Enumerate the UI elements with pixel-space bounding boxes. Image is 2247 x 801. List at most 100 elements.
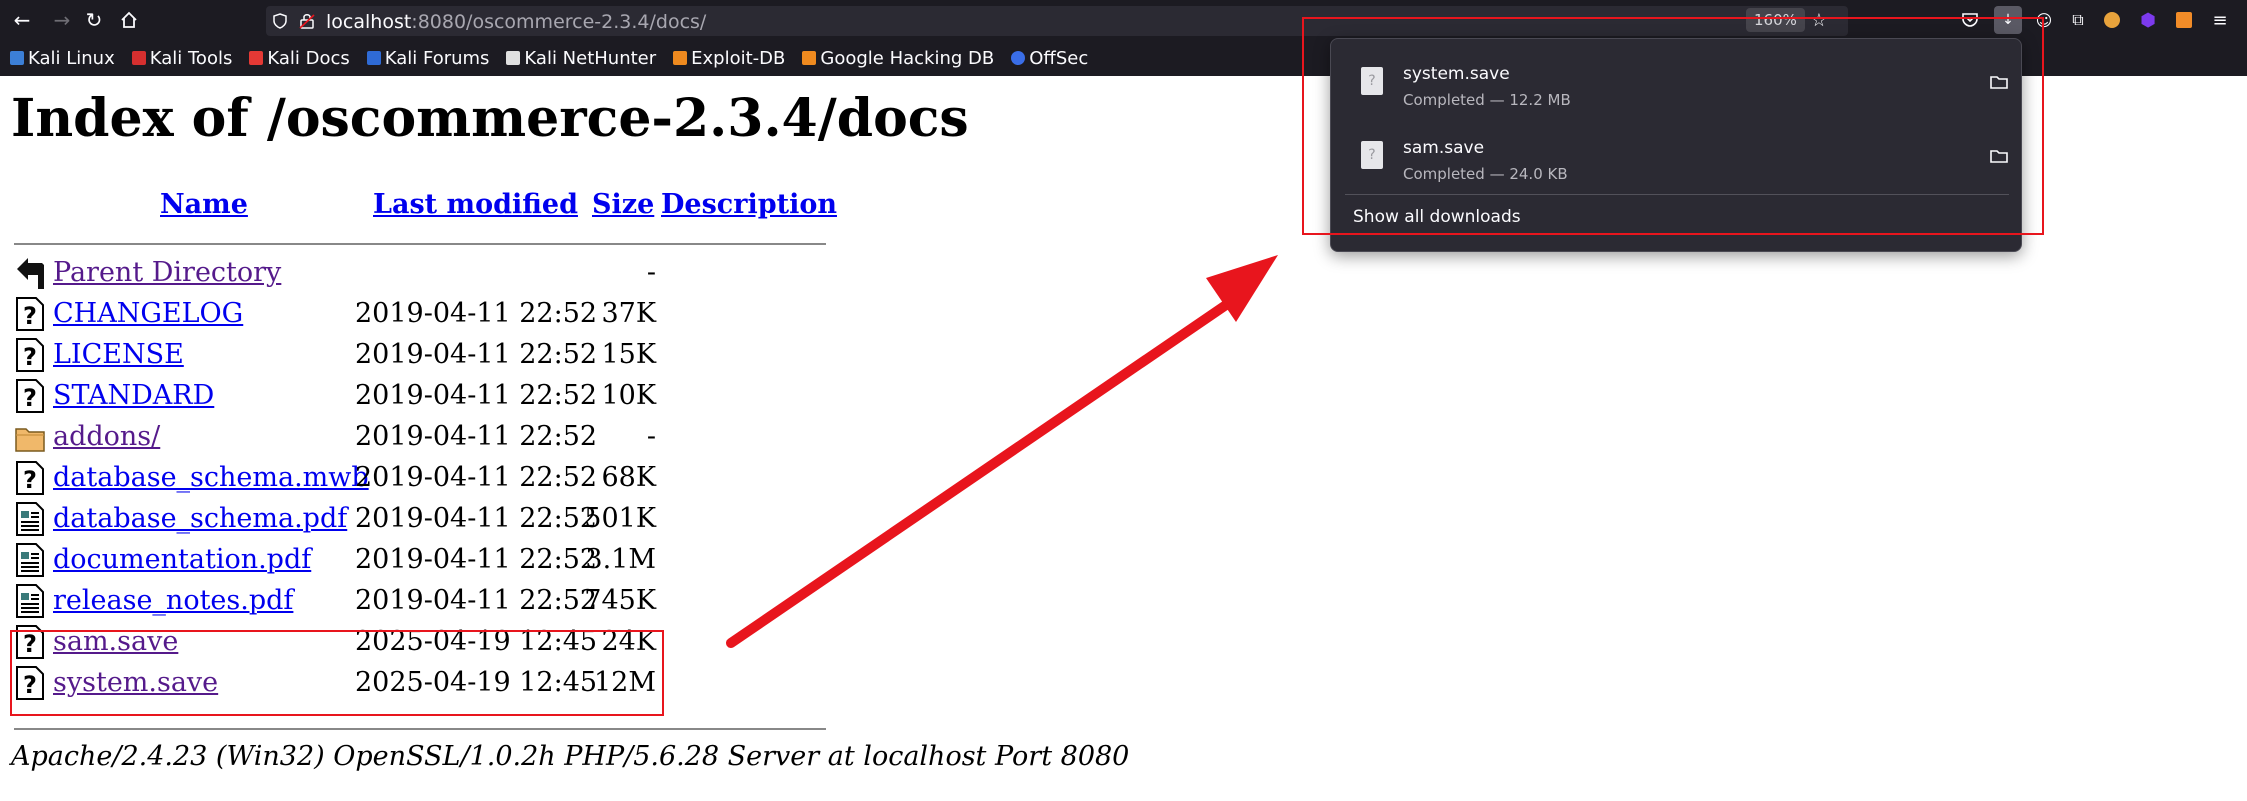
file-link[interactable]: LICENSE — [53, 339, 184, 370]
table-row: documentation.pdf 2019-04-11 22:52 3.1M — [14, 539, 664, 579]
last-modified-cell: 2019-04-11 22:52 — [355, 421, 598, 452]
size-cell: 745K — [584, 585, 656, 616]
file-link[interactable]: database_schema.mwb — [53, 462, 369, 493]
table-row: ? STANDARD 2019-04-11 22:52 10K — [14, 375, 664, 415]
bookmark-label: Exploit-DB — [691, 47, 786, 69]
reload-icon: ↻ — [85, 8, 103, 32]
kali-docs-icon — [249, 51, 264, 65]
url-host: localhost — [326, 11, 412, 33]
insecure-lock-icon[interactable] — [298, 12, 316, 30]
table-row: Parent Directory - — [14, 252, 664, 292]
column-header-size[interactable]: Size — [592, 189, 654, 220]
unknown-file-icon: ? — [14, 296, 46, 332]
folder-icon — [14, 419, 46, 455]
unknown-file-icon: ? — [14, 460, 46, 496]
last-modified-cell: 2019-04-11 22:52 — [355, 544, 598, 575]
size-cell: - — [646, 421, 656, 452]
hamburger-menu-icon: ≡ — [2212, 9, 2228, 31]
cookie-icon — [2104, 12, 2120, 28]
file-link[interactable]: release_notes.pdf — [53, 585, 293, 616]
footer-divider — [14, 728, 826, 730]
last-modified-cell: 2019-04-11 22:52 — [355, 298, 598, 329]
bookmark-label: Kali NetHunter — [524, 47, 657, 69]
column-header-name[interactable]: Name — [160, 189, 248, 220]
table-row: release_notes.pdf 2019-04-11 22:52 745K — [14, 580, 664, 620]
layout-file-icon — [14, 501, 46, 537]
kali-forums-icon — [366, 51, 381, 65]
offsec-icon — [1011, 51, 1026, 65]
bookmark-label: Kali Tools — [149, 47, 233, 69]
home-button[interactable] — [115, 6, 143, 34]
layout-file-icon — [14, 583, 46, 619]
svg-text:?: ? — [23, 384, 37, 412]
file-link[interactable]: Parent Directory — [53, 257, 281, 288]
bookmark-exploit-db[interactable]: Exploit-DB — [673, 48, 785, 69]
bookmark-offsec[interactable]: OffSec — [1011, 48, 1088, 69]
url-text[interactable]: localhost:8080/oscommerce-2.3.4/docs/ — [326, 11, 706, 33]
exploit-db-icon — [673, 51, 688, 65]
extension-cookie-button[interactable] — [2100, 8, 2124, 32]
table-row: addons/2019-04-11 22:52 - — [14, 416, 664, 456]
forward-button[interactable]: → — [48, 6, 76, 34]
bookmark-label: Kali Forums — [384, 47, 490, 69]
column-header-description[interactable]: Description — [661, 189, 837, 220]
kali-linux-icon — [10, 51, 24, 65]
bookmark-label: Kali Docs — [267, 47, 350, 69]
home-icon — [121, 11, 137, 28]
orange-extension-icon — [2176, 12, 2192, 28]
puzzle-icon: ⧉ — [2072, 10, 2084, 29]
kali-tools-icon — [131, 51, 146, 65]
google-hacking-db-icon — [802, 51, 817, 65]
kali-nethunter-icon — [506, 51, 521, 65]
extension-hexagon-button[interactable]: ⬢ — [2136, 8, 2160, 32]
last-modified-cell: 2019-04-11 22:52 — [355, 462, 598, 493]
bookmark-label: Kali Linux — [28, 47, 115, 69]
bookmark-label: OffSec — [1029, 47, 1089, 69]
file-link[interactable]: addons/ — [53, 421, 160, 452]
hexagon-icon: ⬢ — [2140, 9, 2156, 31]
last-modified-cell: 2019-04-11 22:52 — [355, 339, 598, 370]
extension-orange-button[interactable] — [2172, 8, 2196, 32]
back-button[interactable]: ← — [8, 6, 36, 34]
bookmark-kali-linux[interactable]: Kali Linux — [10, 48, 115, 69]
page-title: Index of /oscommerce-2.3.4/docs — [11, 88, 969, 149]
back-arrow-icon: ← — [13, 8, 31, 32]
forward-arrow-icon: → — [53, 8, 71, 32]
menu-button[interactable]: ≡ — [2208, 8, 2232, 32]
bookmark-kali-docs[interactable]: Kali Docs — [249, 47, 350, 69]
shield-icon — [273, 13, 287, 29]
layout-file-icon — [14, 542, 46, 578]
table-row: ? CHANGELOG 2019-04-11 22:52 37K — [14, 293, 664, 333]
size-cell: 68K — [601, 462, 656, 493]
server-signature: Apache/2.4.23 (Win32) OpenSSL/1.0.2h PHP… — [11, 741, 1130, 772]
bookmark-kali-tools[interactable]: Kali Tools — [131, 47, 233, 69]
table-row: ? LICENSE 2019-04-11 22:52 15K — [14, 334, 664, 374]
size-cell: 501K — [584, 503, 656, 534]
url-path: :8080/oscommerce-2.3.4/docs/ — [411, 11, 707, 33]
size-cell: - — [646, 257, 656, 288]
size-cell: 15K — [601, 339, 656, 370]
size-cell: 37K — [601, 298, 656, 329]
size-cell: 10K — [601, 380, 656, 411]
bookmark-google-hacking-db[interactable]: Google Hacking DB — [802, 48, 994, 69]
size-cell: 3.1M — [585, 544, 656, 575]
last-modified-cell: 2019-04-11 22:52 — [355, 585, 598, 616]
table-row: database_schema.pdf 2019-04-11 22:52 501K — [14, 498, 664, 538]
column-header-last-modified[interactable]: Last modified — [373, 189, 578, 220]
svg-text:?: ? — [23, 466, 37, 494]
bookmark-kali-nethunter[interactable]: Kali NetHunter — [506, 48, 656, 69]
header-divider — [14, 243, 826, 245]
file-link[interactable]: database_schema.pdf — [53, 503, 347, 534]
bookmark-label: Google Hacking DB — [820, 47, 995, 69]
highlight-box-saved-files — [10, 630, 664, 716]
extensions-button[interactable]: ⧉ — [2066, 8, 2090, 32]
table-row: ? database_schema.mwb 2019-04-11 22:52 68K — [14, 457, 664, 497]
back-icon — [14, 255, 46, 291]
file-link[interactable]: STANDARD — [53, 380, 214, 411]
reload-button[interactable]: ↻ — [80, 6, 108, 34]
last-modified-cell: 2019-04-11 22:52 — [355, 503, 598, 534]
svg-text:?: ? — [23, 302, 37, 330]
file-link[interactable]: CHANGELOG — [53, 298, 243, 329]
file-link[interactable]: documentation.pdf — [53, 544, 311, 575]
bookmark-kali-forums[interactable]: Kali Forums — [366, 47, 490, 69]
